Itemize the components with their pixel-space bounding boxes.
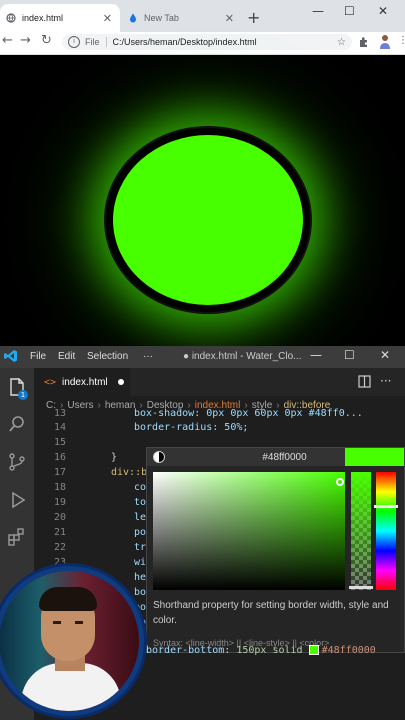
line-number: 19 bbox=[53, 497, 66, 508]
html-file-icon: <> bbox=[44, 376, 57, 388]
css-color-value: #48ff0000 bbox=[321, 645, 376, 656]
split-editor-icon[interactable] bbox=[358, 375, 371, 388]
line-number: 17 bbox=[53, 467, 66, 478]
browser-menu-button[interactable]: ⋮ bbox=[398, 35, 405, 46]
inline-color-swatch[interactable] bbox=[308, 645, 319, 655]
unsaved-dot-icon[interactable] bbox=[117, 379, 124, 385]
code-line: div::b bbox=[111, 467, 148, 478]
profile-icon[interactable] bbox=[378, 34, 392, 50]
chevron-right-icon: › bbox=[97, 399, 101, 411]
line-number: 20 bbox=[53, 512, 66, 523]
line-number: 14 bbox=[53, 422, 66, 433]
divider bbox=[105, 37, 107, 47]
forward-button[interactable]: → bbox=[20, 33, 31, 48]
vscode-logo-icon bbox=[4, 350, 17, 362]
code-line: } bbox=[111, 452, 118, 463]
hover-description: Shorthand property for setting border wi… bbox=[153, 600, 389, 626]
saturation-picker[interactable] bbox=[153, 472, 345, 590]
vscode-minimize-button[interactable]: — bbox=[310, 348, 322, 362]
line-number: 21 bbox=[53, 527, 66, 538]
close-icon[interactable]: ✕ bbox=[225, 12, 234, 25]
extensions-icon[interactable] bbox=[358, 36, 370, 48]
opacity-handle[interactable] bbox=[349, 586, 373, 589]
more-actions-icon[interactable]: ··· bbox=[380, 374, 391, 388]
saturation-handle[interactable] bbox=[336, 478, 344, 486]
line-number: 15 bbox=[53, 437, 66, 448]
line-number: 18 bbox=[53, 482, 66, 493]
search-icon[interactable] bbox=[6, 413, 28, 435]
water-drop-icon bbox=[130, 13, 136, 23]
editor-tab-label: index.html bbox=[62, 376, 108, 388]
breadcrumb-users[interactable]: Users bbox=[67, 400, 93, 411]
css-value: 150px solid bbox=[236, 645, 303, 656]
vscode-close-button[interactable]: ✕ bbox=[380, 348, 390, 362]
line-number: 13 bbox=[53, 408, 66, 419]
webcam-ring bbox=[0, 571, 139, 711]
webcam-overlay bbox=[0, 566, 144, 716]
back-button[interactable]: ← bbox=[2, 33, 13, 48]
code-line: border-radius: 50%; bbox=[134, 422, 249, 433]
code-line: le bbox=[134, 512, 147, 523]
code-line: tr bbox=[134, 542, 147, 553]
url-text[interactable]: C:/Users/heman/Desktop/index.html bbox=[113, 37, 338, 47]
info-icon[interactable]: i bbox=[68, 36, 80, 48]
code-line: wi bbox=[134, 557, 147, 568]
star-icon[interactable]: ☆ bbox=[337, 37, 346, 48]
vscode-maximize-button[interactable]: ☐ bbox=[344, 348, 355, 362]
new-tab-button[interactable]: + bbox=[247, 8, 260, 27]
close-window-button[interactable]: ✕ bbox=[378, 4, 388, 18]
code-line: co bbox=[134, 482, 147, 493]
notification-badge: 1 bbox=[18, 390, 28, 400]
hue-handle[interactable] bbox=[374, 505, 398, 508]
tab-label: index.html bbox=[22, 13, 64, 23]
run-debug-icon[interactable] bbox=[6, 489, 28, 511]
code-line: to bbox=[134, 497, 147, 508]
globe-icon bbox=[6, 13, 16, 23]
menu-file[interactable]: File bbox=[30, 351, 46, 362]
css-property: border-bottom: bbox=[146, 645, 231, 656]
code-line: po bbox=[134, 527, 147, 538]
line-number: 16 bbox=[53, 452, 66, 463]
menu-selection[interactable]: Selection bbox=[87, 351, 128, 362]
contrast-icon[interactable] bbox=[153, 451, 165, 463]
address-bar[interactable]: i File C:/Users/heman/Desktop/index.html… bbox=[62, 34, 352, 50]
hue-slider[interactable] bbox=[376, 472, 396, 590]
code-line: box-shadow: 0px 0px 60px 0px #48ff0... bbox=[134, 408, 363, 419]
opacity-slider[interactable] bbox=[351, 472, 371, 590]
source-control-icon[interactable] bbox=[6, 451, 28, 473]
minimize-button[interactable]: — bbox=[312, 4, 324, 18]
tab-index-html[interactable]: index.html ✕ bbox=[0, 4, 120, 32]
extensions-icon[interactable] bbox=[6, 526, 28, 548]
maximize-button[interactable]: ☐ bbox=[344, 4, 355, 18]
window-title: ● index.html - Water_Clo... bbox=[183, 351, 302, 362]
reload-button[interactable]: ↻ bbox=[41, 33, 52, 48]
editor-tab-index-html[interactable]: <> index.html bbox=[34, 368, 130, 396]
original-color-swatch[interactable] bbox=[345, 448, 404, 466]
url-scheme: File bbox=[85, 37, 100, 47]
tab-label: New Tab bbox=[144, 13, 179, 23]
glowing-green-circle bbox=[106, 128, 310, 312]
code-line-border-bottom: border-bottom: 150px solid #48ff0000 bbox=[146, 645, 376, 656]
line-number: 22 bbox=[53, 542, 66, 553]
breadcrumb-heman[interactable]: heman bbox=[105, 400, 136, 411]
menu-edit[interactable]: Edit bbox=[58, 351, 75, 362]
tab-new-tab[interactable]: New Tab ✕ bbox=[122, 4, 242, 32]
close-icon[interactable]: ✕ bbox=[103, 12, 112, 25]
menu-more[interactable]: ··· bbox=[143, 351, 153, 362]
